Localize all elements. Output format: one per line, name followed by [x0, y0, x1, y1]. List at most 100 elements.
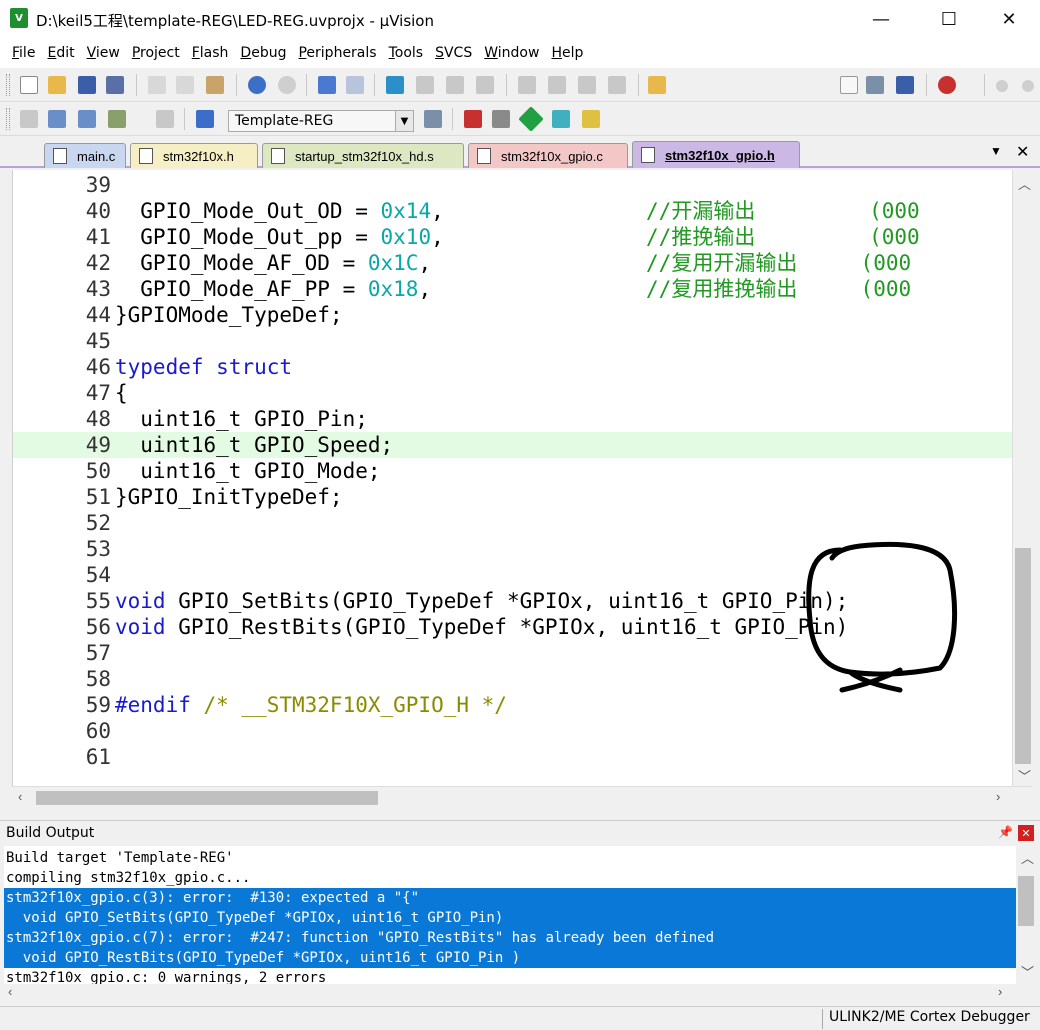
incremental-find-icon[interactable] — [866, 76, 884, 94]
code-line[interactable]: 41 GPIO_Mode_Out_pp = 0x10, //推挽输出 (000 — [13, 224, 1012, 250]
close-window-button[interactable]: ✕ — [986, 0, 1032, 38]
save-all-icon[interactable] — [106, 76, 124, 94]
code-line[interactable]: 51}GPIO_InitTypeDef; — [13, 484, 1012, 510]
build-output-pane[interactable]: Build target 'Template-REG' compiling stm… — [4, 846, 1016, 984]
code-editor[interactable]: 39 40 GPIO_Mode_Out_OD = 0x14, //开漏输出 (00… — [12, 170, 1012, 786]
menu-view[interactable]: View — [81, 45, 126, 61]
find-in-files-icon[interactable] — [648, 76, 666, 94]
scroll-up-icon[interactable]: ︿ — [1021, 848, 1034, 867]
tab-stm32f10x-gpio-h[interactable]: stm32f10x_gpio.h — [632, 141, 800, 168]
editor-hscroll-thumb[interactable] — [36, 791, 378, 805]
menu-edit[interactable]: Edit — [41, 45, 80, 61]
debug-session-icon[interactable] — [896, 76, 914, 94]
cut-icon[interactable] — [148, 76, 166, 94]
tab-stm32f10x-h[interactable]: stm32f10x.h — [130, 143, 258, 168]
code-line[interactable]: 49 uint16_t GPIO_Speed; — [13, 432, 1012, 458]
build-output-line[interactable]: compiling stm32f10x_gpio.c... — [4, 868, 1016, 888]
stop-build-icon[interactable] — [156, 110, 174, 128]
batch-build-icon[interactable] — [108, 110, 126, 128]
close-tab-button[interactable]: ✕ — [1016, 142, 1029, 162]
rebuild-icon[interactable] — [78, 110, 96, 128]
menu-tools[interactable]: Tools — [383, 45, 430, 61]
pin-icon[interactable]: 📌 — [998, 825, 1013, 839]
breakpoint-icon[interactable] — [996, 80, 1008, 92]
editor-scroll-thumb[interactable] — [1015, 548, 1031, 764]
editor-vertical-scrollbar[interactable]: ︿ ﹀ — [1012, 170, 1032, 786]
code-line[interactable]: 56 void GPIO_RestBits(GPIO_TypeDef *GPIOx… — [13, 614, 1012, 640]
menu-project[interactable]: Project — [126, 45, 186, 61]
code-line[interactable]: 46 typedef struct — [13, 354, 1012, 380]
code-line[interactable]: 54 — [13, 562, 1012, 588]
breakpoint-disable-icon[interactable] — [1022, 80, 1034, 92]
code-line[interactable]: 55 void GPIO_SetBits(GPIO_TypeDef *GPIOx,… — [13, 588, 1012, 614]
code-line[interactable]: 53 — [13, 536, 1012, 562]
scroll-down-icon[interactable]: ﹀ — [1018, 766, 1031, 785]
scroll-left-icon[interactable]: ‹ — [18, 789, 22, 804]
redo-icon[interactable] — [278, 76, 296, 94]
build-output-line[interactable]: Build target 'Template-REG' — [4, 848, 1016, 868]
code-line[interactable]: 61 — [13, 744, 1012, 770]
save-icon[interactable] — [78, 76, 96, 94]
build-output-line[interactable]: stm32f10x_gpio.c: 0 warnings, 2 errors — [4, 968, 1016, 984]
undo-icon[interactable] — [248, 76, 266, 94]
scroll-up-icon[interactable]: ︿ — [1018, 174, 1031, 193]
pack-installer-icon[interactable] — [518, 106, 544, 132]
next-bookmark-icon[interactable] — [446, 76, 464, 94]
uncomment-icon[interactable] — [608, 76, 626, 94]
build-output-line[interactable]: void GPIO_RestBits(GPIO_TypeDef *GPIOx, … — [4, 948, 1016, 968]
tab-main-c[interactable]: main.c — [44, 143, 126, 168]
menu-debug[interactable]: Debug — [234, 45, 292, 61]
code-line[interactable]: 42 GPIO_Mode_AF_OD = 0x1C, //复用开漏输出 (000 — [13, 250, 1012, 276]
navigate-back-icon[interactable] — [318, 76, 336, 94]
build-icon[interactable] — [48, 110, 66, 128]
zoom-icon[interactable] — [938, 76, 956, 94]
scroll-right-icon[interactable]: › — [996, 789, 1000, 804]
code-line[interactable]: 44}GPIOMode_TypeDef; — [13, 302, 1012, 328]
comment-icon[interactable] — [578, 76, 596, 94]
copy-icon[interactable] — [176, 76, 194, 94]
menu-help[interactable]: Help — [545, 45, 589, 61]
code-line[interactable]: 50 uint16_t GPIO_Mode; — [13, 458, 1012, 484]
code-line[interactable]: 40 GPIO_Mode_Out_OD = 0x14, //开漏输出 (000 — [13, 198, 1012, 224]
scroll-right-icon[interactable]: › — [998, 984, 1002, 999]
target-options-icon[interactable] — [424, 110, 442, 128]
output-vertical-scrollbar[interactable]: ︿ ﹀ — [1016, 846, 1036, 984]
scroll-down-icon[interactable]: ﹀ — [1021, 962, 1034, 981]
tab-list-dropdown[interactable]: ▼ — [990, 144, 1002, 158]
editor-horizontal-scrollbar[interactable]: ‹ › — [12, 786, 1032, 808]
maximize-button[interactable]: ☐ — [926, 0, 972, 38]
code-line[interactable]: 45 — [13, 328, 1012, 354]
scroll-left-icon[interactable]: ‹ — [8, 984, 12, 999]
code-line[interactable]: 59 #endif /* __STM32F10X_GPIO_H */ — [13, 692, 1012, 718]
menu-svcs[interactable]: SVCS — [429, 45, 478, 61]
indent-icon[interactable] — [518, 76, 536, 94]
code-line[interactable]: 52 — [13, 510, 1012, 536]
manage-project-items-icon[interactable] — [464, 110, 482, 128]
download-load-icon[interactable] — [196, 110, 214, 128]
bookmark-icon[interactable] — [386, 76, 404, 94]
menu-peripherals[interactable]: Peripherals — [292, 45, 382, 61]
menu-window[interactable]: Window — [478, 45, 545, 61]
find-combo-dropdown[interactable] — [840, 76, 858, 94]
unindent-icon[interactable] — [548, 76, 566, 94]
target-select[interactable]: Template-REG ▼ — [228, 110, 414, 132]
open-folder-icon[interactable] — [48, 76, 66, 94]
new-file-icon[interactable] — [20, 76, 38, 94]
menu-file[interactable]: File — [6, 45, 41, 61]
code-line[interactable]: 39 — [13, 172, 1012, 198]
code-line[interactable]: 48 uint16_t GPIO_Pin; — [13, 406, 1012, 432]
code-line[interactable]: 43 GPIO_Mode_AF_PP = 0x18, //复用推挽输出 (000 — [13, 276, 1012, 302]
prev-bookmark-icon[interactable] — [416, 76, 434, 94]
build-output-line[interactable]: stm32f10x_gpio.c(3): error: #130: expect… — [4, 888, 1016, 908]
select-packs-icon[interactable] — [492, 110, 510, 128]
code-line[interactable]: 47{ — [13, 380, 1012, 406]
output-scroll-thumb[interactable] — [1018, 876, 1034, 926]
output-horizontal-scrollbar[interactable]: ‹ › — [4, 984, 1036, 1002]
software-packs-icon[interactable] — [582, 110, 600, 128]
minimize-button[interactable]: — — [858, 0, 904, 38]
code-line[interactable]: 58 — [13, 666, 1012, 692]
navigate-forward-icon[interactable] — [346, 76, 364, 94]
clear-bookmarks-icon[interactable] — [476, 76, 494, 94]
paste-icon[interactable] — [206, 76, 224, 94]
close-output-button[interactable]: ✕ — [1018, 825, 1034, 841]
